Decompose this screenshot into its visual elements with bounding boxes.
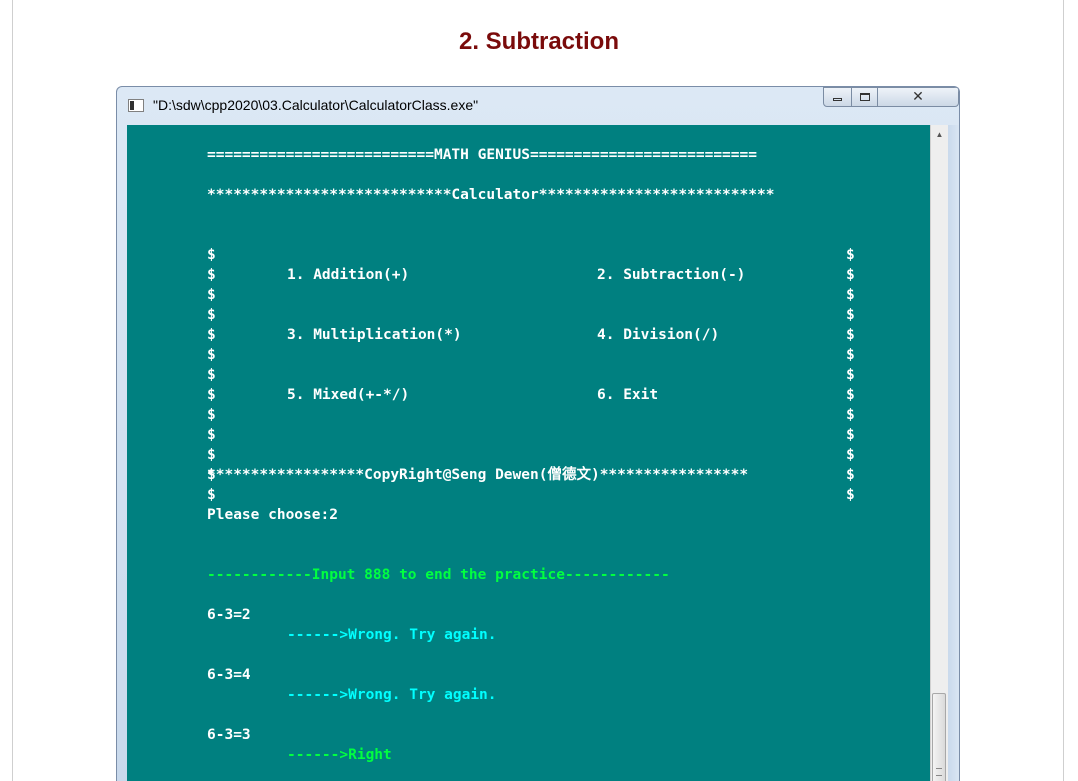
border-dollar: $ [846,347,855,363]
border-dollar: $ [207,267,216,283]
menu-option: 1. Addition(+) [287,267,410,283]
console-window: "D:\sdw\cpp2020\03.Calculator\Calculator… [116,86,960,781]
window-titlebar[interactable]: "D:\sdw\cpp2020\03.Calculator\Calculator… [117,87,959,125]
border-dollar: $ [207,447,216,463]
border-dollar: $ [846,467,855,483]
minimize-button[interactable] [823,87,852,107]
menu-option: 5. Mixed(+-*/) [287,387,410,403]
border-dollar: $ [846,367,855,383]
border-dollar: $ [207,367,216,383]
border-dollar: $ [207,307,216,323]
feedback-text: Right [348,747,392,763]
border-dollar: $ [846,307,855,323]
feedback-text: Wrong. Try again. [348,627,497,643]
page-title: 2. Subtraction [458,28,620,55]
window-frame-edge [948,125,959,781]
border-dollar: $ [207,347,216,363]
window-title: "D:\sdw\cpp2020\03.Calculator\Calculator… [153,97,479,113]
practice-banner: ------------Input 888 to end the practic… [207,565,670,585]
border-dollar: $ [207,387,216,403]
menu-option: 2. Subtraction(-) [597,267,746,283]
vertical-scrollbar[interactable]: ▲ [930,125,948,781]
banner-text: Input 888 to end the practice [311,567,565,583]
border-dollar: $ [207,247,216,263]
border-dollar: $ [846,407,855,423]
console-app-icon[interactable] [128,99,144,112]
banner-dashes: ------------ [207,567,312,583]
minimize-icon [833,98,842,101]
border-dollar: $ [207,487,216,503]
border-dollar: $ [846,287,855,303]
attempt-feedback: ------>Right [287,745,392,765]
maximize-button[interactable] [851,87,878,107]
menu-right-border: $ $ $ $ $ $ $ $ $ $ $ $ $ [846,205,898,545]
choice-prompt: Please choose:2 [207,507,338,523]
grip-icon [936,768,942,776]
menu-option: 6. Exit [597,387,659,403]
border-dollar: $ [846,487,855,503]
border-dollar: $ [846,387,855,403]
scroll-thumb[interactable] [932,693,946,781]
attempt-feedback: ------>Wrong. Try again. [287,685,497,705]
attempt-input: 6-3=4 [207,667,251,683]
border-dollar: $ [207,407,216,423]
border-dollar: $ [207,327,216,343]
menu-option: 3. Multiplication(*) [287,327,462,343]
border-dollar: $ [846,427,855,443]
border-dollar: $ [207,287,216,303]
feedback-arrow: ------> [287,747,349,763]
attempt-input: 6-3=3 [207,727,251,743]
feedback-arrow: ------> [287,687,349,703]
feedback-arrow: ------> [287,627,349,643]
border-dollar: $ [846,327,855,343]
console-output: ==========================MATH GENIUS===… [127,125,930,781]
border-dollar: $ [846,447,855,463]
border-dollar: $ [207,427,216,443]
banner-dashes: ------------ [564,567,670,583]
menu-top-border: ****************************Calculator**… [207,187,775,203]
close-button[interactable]: ✕ [877,87,959,107]
border-dollar: $ [846,247,855,263]
header-line: ==========================MATH GENIUS===… [207,147,757,163]
menu-left-border: $ $ $ $ $ $ $ $ $ $ $ $ $ [207,205,259,545]
attempt-input: 6-3=2 [207,607,251,623]
maximize-icon [859,93,870,101]
feedback-text: Wrong. Try again. [348,687,497,703]
attempt-feedback: ------>Wrong. Try again. [287,625,497,645]
menu-bottom-border: ******************CopyRight@Seng Dewen(僧… [207,467,749,483]
border-dollar: $ [846,267,855,283]
close-icon: ✕ [912,89,924,105]
menu-option: 4. Division(/) [597,327,720,343]
scroll-up-arrow-icon[interactable]: ▲ [931,125,948,143]
